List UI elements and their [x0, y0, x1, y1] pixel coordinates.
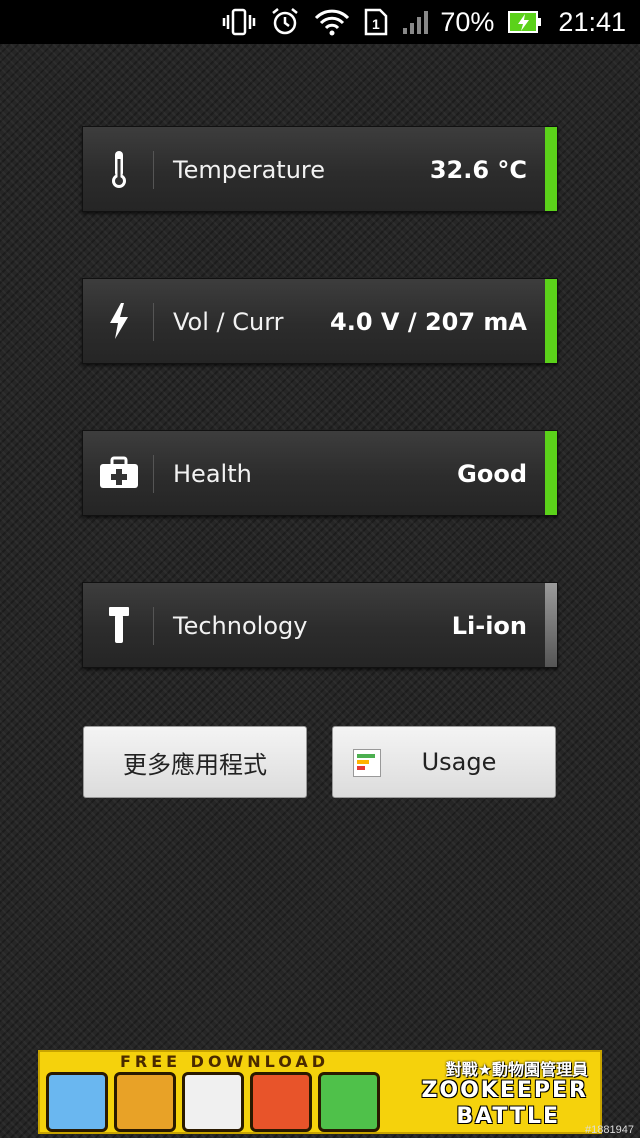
status-bar-indicator [545, 127, 557, 211]
ad-tagline: FREE DOWNLOAD [120, 1052, 330, 1071]
card-divider [153, 151, 154, 189]
ad-character-icon [182, 1072, 244, 1132]
status-bar-indicator [545, 583, 557, 667]
health-card: Health Good [82, 430, 558, 516]
card-value: Li-ion [451, 612, 527, 640]
wifi-icon [314, 8, 350, 36]
card-value: Good [457, 460, 527, 488]
bar-chart-icon [353, 749, 381, 777]
thermometer-icon [97, 147, 141, 191]
lightning-icon [97, 299, 141, 343]
ad-characters [46, 1072, 386, 1132]
ad-title-cn: 對戰★動物園管理員 [445, 1060, 588, 1079]
watermark: #1881947 [585, 1124, 634, 1136]
usage-label: Usage [421, 748, 497, 776]
signal-icon [402, 8, 430, 36]
more-apps-button[interactable]: 更多應用程式 [83, 726, 307, 798]
temperature-card: Temperature 32.6 °C [82, 126, 558, 212]
status-bar-indicator [545, 279, 557, 363]
battery-percent: 70% [440, 6, 495, 37]
card-divider [153, 455, 154, 493]
first-aid-icon [97, 451, 141, 495]
ad-banner[interactable]: FREE DOWNLOAD 對戰★動物園管理員 ZOOKEEPER BATTLE [38, 1050, 602, 1134]
card-label: Technology [173, 612, 308, 640]
card-value: 4.0 V / 207 mA [330, 308, 527, 336]
sim-slot-label: 1 [372, 16, 380, 32]
voltage-current-card: Vol / Curr 4.0 V / 207 mA [82, 278, 558, 364]
hammer-icon [97, 603, 141, 647]
ad-character-icon [114, 1072, 176, 1132]
more-apps-label: 更多應用程式 [123, 750, 267, 779]
ad-character-icon [318, 1072, 380, 1132]
sim-icon: 1 [364, 8, 388, 36]
status-bar: 1 70% 21:41 [0, 0, 640, 44]
card-divider [153, 607, 154, 645]
card-divider [153, 303, 154, 341]
card-value: 32.6 °C [429, 156, 527, 184]
battery-charging-icon [508, 10, 542, 34]
status-bar-indicator [545, 431, 557, 515]
usage-button[interactable]: Usage [332, 726, 556, 798]
card-label: Temperature [173, 156, 326, 184]
ad-character-icon [46, 1072, 108, 1132]
ad-title-line1: ZOOKEEPER [421, 1078, 588, 1103]
technology-card: Technology Li-ion [82, 582, 558, 668]
clock: 21:41 [558, 6, 626, 37]
card-label: Health [173, 460, 252, 488]
ad-title-line2: BATTLE [456, 1104, 560, 1129]
vibrate-icon [222, 8, 256, 36]
card-label: Vol / Curr [173, 308, 284, 336]
alarm-icon [270, 7, 300, 37]
ad-character-icon [250, 1072, 312, 1132]
